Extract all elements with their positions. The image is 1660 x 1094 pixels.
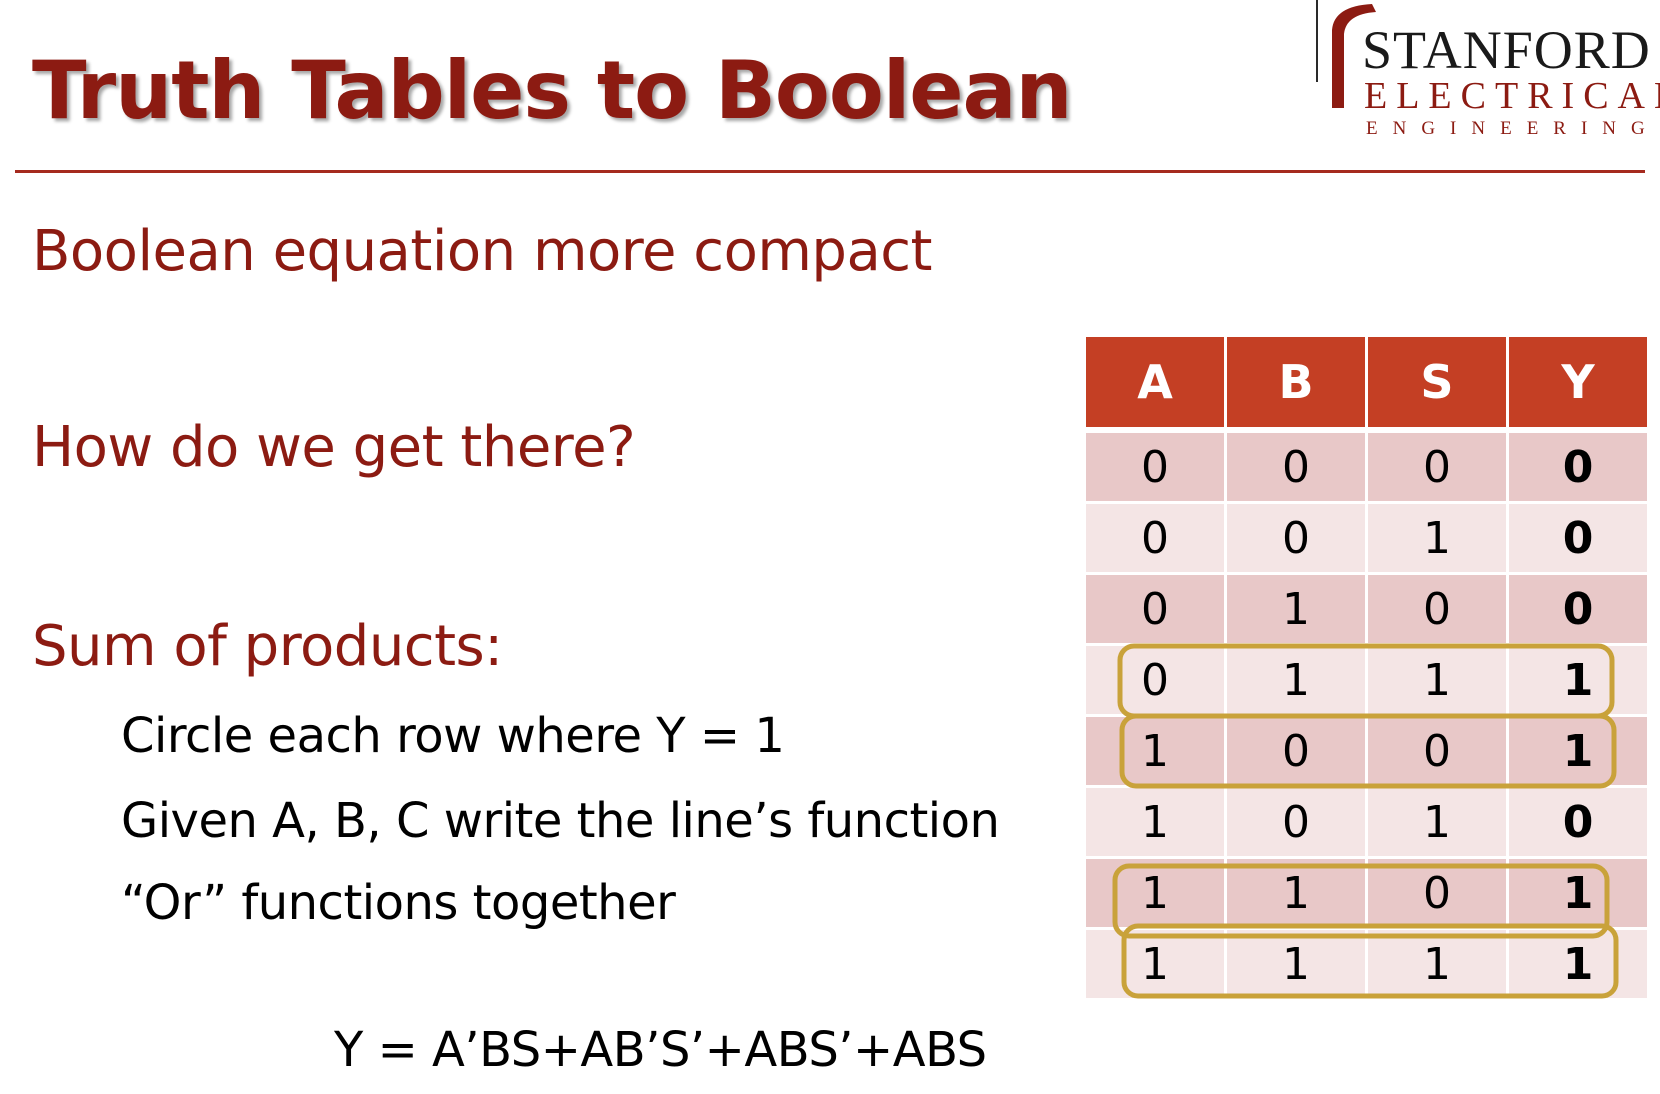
point-compact: Boolean equation more compact xyxy=(32,219,933,284)
table-row: 1 0 1 0 xyxy=(1086,786,1647,859)
cell-s: 1 xyxy=(1366,786,1509,859)
cell-b: 1 xyxy=(1225,857,1368,930)
table-row: 0 1 1 1 xyxy=(1086,644,1647,717)
logo-divider xyxy=(1316,0,1318,82)
slide-title: Truth Tables to Boolean xyxy=(32,44,1072,137)
step-write-function: Given A, B, C write the line’s function xyxy=(121,793,1000,849)
cell-a: 0 xyxy=(1086,430,1227,504)
cell-s: 0 xyxy=(1366,857,1509,930)
cell-b: 0 xyxy=(1225,786,1368,859)
cell-b: 1 xyxy=(1225,928,1368,1001)
step-or-together: “Or” functions together xyxy=(121,875,676,931)
cell-a: 1 xyxy=(1086,715,1227,788)
cell-s: 0 xyxy=(1366,430,1509,504)
cell-a: 1 xyxy=(1086,786,1227,859)
cell-b: 1 xyxy=(1225,644,1368,717)
cell-a: 0 xyxy=(1086,573,1227,646)
point-how: How do we get there? xyxy=(32,415,636,480)
cell-y: 0 xyxy=(1507,573,1647,646)
point-sum-of-products: Sum of products: xyxy=(32,614,503,679)
table-row: 0 0 0 0 xyxy=(1086,430,1647,504)
title-divider xyxy=(15,170,1645,173)
cell-y: 1 xyxy=(1507,715,1647,788)
truth-table: A B S Y 0 0 0 0 0 0 1 0 0 1 0 0 0 1 1 1 xyxy=(1086,337,1647,1001)
cell-b: 0 xyxy=(1225,715,1368,788)
header-a: A xyxy=(1086,337,1227,433)
step-circle-rows: Circle each row where Y = 1 xyxy=(121,708,785,764)
cell-a: 1 xyxy=(1086,857,1227,930)
table-row: 1 0 0 1 xyxy=(1086,715,1647,788)
table-row: 0 0 1 0 xyxy=(1086,502,1647,575)
cell-s: 0 xyxy=(1366,573,1509,646)
cell-y: 1 xyxy=(1507,857,1647,930)
table-row: 1 1 0 1 xyxy=(1086,857,1647,930)
header-y: Y xyxy=(1507,337,1647,433)
cell-y: 0 xyxy=(1507,786,1647,859)
header-b: B xyxy=(1225,337,1368,433)
cell-y: 0 xyxy=(1507,502,1647,575)
table-row: 0 1 0 0 xyxy=(1086,573,1647,646)
cell-y: 1 xyxy=(1507,644,1647,717)
cell-a: 0 xyxy=(1086,644,1227,717)
logo-stanford-text: STANFORD xyxy=(1362,20,1651,80)
logo-engineering-text: ENGINEERING xyxy=(1366,118,1660,139)
cell-a: 0 xyxy=(1086,502,1227,575)
truth-table-header-row: A B S Y xyxy=(1086,337,1647,433)
cell-s: 1 xyxy=(1366,502,1509,575)
table-row: 1 1 1 1 xyxy=(1086,928,1647,1001)
cell-s: 1 xyxy=(1366,928,1509,1001)
boolean-equation: Y = A’BS+AB’S’+ABS’+ABS xyxy=(334,1022,987,1078)
header-s: S xyxy=(1366,337,1509,433)
cell-y: 0 xyxy=(1507,430,1647,504)
cell-b: 0 xyxy=(1225,502,1368,575)
cell-s: 0 xyxy=(1366,715,1509,788)
cell-y: 1 xyxy=(1507,928,1647,1001)
cell-a: 1 xyxy=(1086,928,1227,1001)
cell-s: 1 xyxy=(1366,644,1509,717)
cell-b: 1 xyxy=(1225,573,1368,646)
cell-b: 0 xyxy=(1225,430,1368,504)
logo-electrical-text: ELECTRICAL xyxy=(1364,75,1660,117)
stanford-ee-logo: STANFORD ELECTRICAL ENGINEERING xyxy=(1310,0,1660,150)
